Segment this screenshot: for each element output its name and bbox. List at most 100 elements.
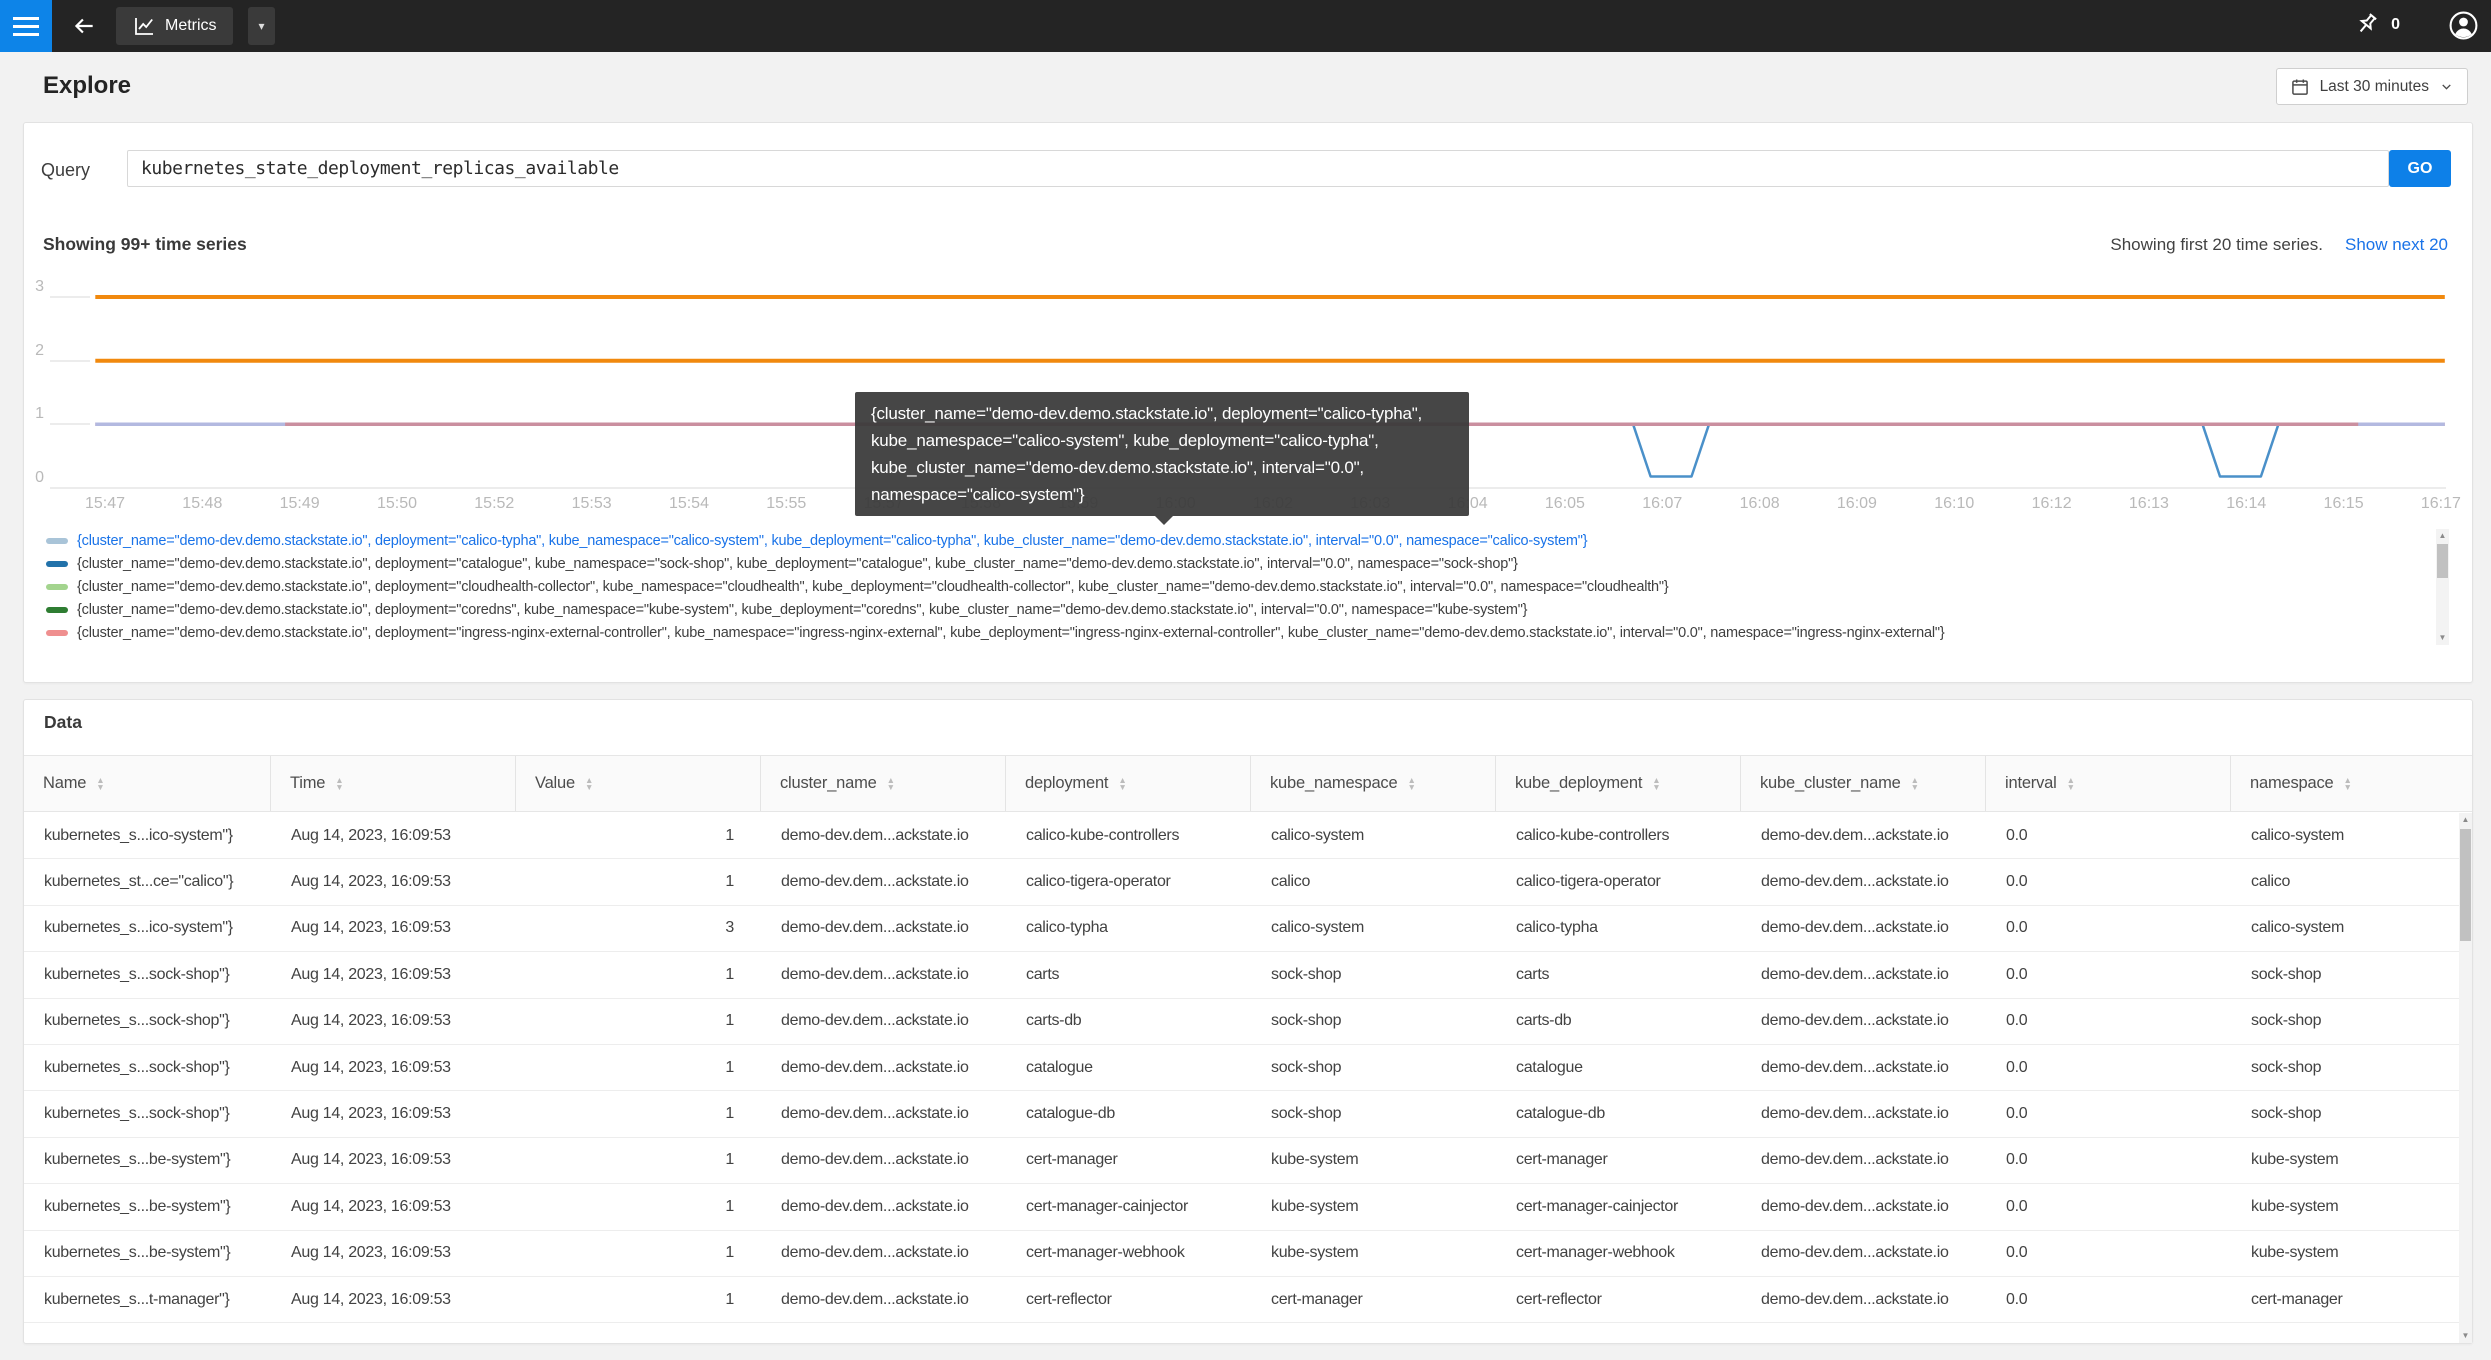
- cell-time: Aug 14, 2023, 16:09:53: [271, 1105, 516, 1123]
- cell-interval: 0.0: [1986, 1012, 2231, 1030]
- legend-scrollbar[interactable]: ▲ ▼: [2436, 529, 2449, 645]
- sort-icon[interactable]: ▲▼: [1652, 777, 1660, 791]
- sort-icon[interactable]: ▲▼: [2344, 777, 2352, 791]
- metrics-explore-screen: Metrics ▾ 0 Explore Last 30 minutes Quer…: [0, 0, 2491, 1360]
- column-header-label: kube_namespace: [1270, 774, 1397, 793]
- cell-cluster_name: demo-dev.dem...ackstate.io: [761, 873, 1006, 891]
- cell-interval: 0.0: [1986, 1151, 2231, 1169]
- cell-cluster_name: demo-dev.dem...ackstate.io: [761, 1291, 1006, 1309]
- column-header-kube_namespace[interactable]: kube_namespace ▲▼: [1251, 756, 1496, 811]
- chart-legend: {cluster_name="demo-dev.demo.stackstate.…: [24, 529, 2428, 644]
- legend-item[interactable]: {cluster_name="demo-dev.demo.stackstate.…: [24, 552, 2428, 575]
- cell-kube_namespace: calico: [1251, 873, 1496, 891]
- cell-kube_cluster_name: demo-dev.dem...ackstate.io: [1741, 1244, 1986, 1262]
- cell-name: kubernetes_s...be-system"}: [24, 1198, 271, 1216]
- cell-deployment: calico-kube-controllers: [1006, 827, 1251, 845]
- cell-name: kubernetes_s...be-system"}: [24, 1244, 271, 1262]
- table-row[interactable]: kubernetes_s...t-manager"}Aug 14, 2023, …: [24, 1277, 2472, 1323]
- cell-namespace: sock-shop: [2231, 1012, 2472, 1030]
- sort-icon[interactable]: ▲▼: [887, 777, 895, 791]
- legend-item[interactable]: {cluster_name="demo-dev.demo.stackstate.…: [24, 529, 2428, 552]
- table-row[interactable]: kubernetes_s...be-system"}Aug 14, 2023, …: [24, 1231, 2472, 1277]
- scroll-up-arrow-icon[interactable]: ▲: [2459, 815, 2472, 825]
- cell-time: Aug 14, 2023, 16:09:53: [271, 1151, 516, 1169]
- sort-icon[interactable]: ▲▼: [1911, 777, 1919, 791]
- tooltip-caret: [1155, 516, 1173, 525]
- cell-namespace: sock-shop: [2231, 1105, 2472, 1123]
- column-header-interval[interactable]: interval▲▼: [1986, 756, 2231, 811]
- column-header-deployment[interactable]: deployment ▲▼: [1006, 756, 1251, 811]
- legend-item[interactable]: {cluster_name="demo-dev.demo.stackstate.…: [24, 621, 2428, 644]
- table-row[interactable]: kubernetes_s...sock-shop"}Aug 14, 2023, …: [24, 952, 2472, 998]
- column-header-cluster_name[interactable]: cluster_name ▲▼: [761, 756, 1006, 811]
- cell-namespace: sock-shop: [2231, 966, 2472, 984]
- cell-value: 1: [516, 1198, 761, 1216]
- sort-icon[interactable]: ▲▼: [1407, 777, 1415, 791]
- table-row[interactable]: kubernetes_st...ce="calico"}Aug 14, 2023…: [24, 859, 2472, 905]
- cell-kube_namespace: kube-system: [1251, 1198, 1496, 1216]
- scroll-down-arrow-icon[interactable]: ▼: [2436, 633, 2449, 643]
- column-header-label: deployment: [1025, 774, 1108, 793]
- legend-scrollbar-thumb[interactable]: [2437, 544, 2448, 578]
- cell-cluster_name: demo-dev.dem...ackstate.io: [761, 1151, 1006, 1169]
- column-header-value[interactable]: Value▲▼: [516, 756, 761, 811]
- table-row[interactable]: kubernetes_s...be-system"}Aug 14, 2023, …: [24, 1184, 2472, 1230]
- legend-item[interactable]: {cluster_name="demo-dev.demo.stackstate.…: [24, 598, 2428, 621]
- table-row[interactable]: kubernetes_s...ico-system"}Aug 14, 2023,…: [24, 813, 2472, 859]
- cell-kube_deployment: catalogue-db: [1496, 1105, 1741, 1123]
- cell-value: 1: [516, 1105, 761, 1123]
- cell-value: 1: [516, 827, 761, 845]
- cell-cluster_name: demo-dev.dem...ackstate.io: [761, 1105, 1006, 1123]
- table-row[interactable]: kubernetes_s...be-system"}Aug 14, 2023, …: [24, 1138, 2472, 1184]
- cell-time: Aug 14, 2023, 16:09:53: [271, 1059, 516, 1077]
- legend-item[interactable]: {cluster_name="demo-dev.demo.stackstate.…: [24, 575, 2428, 598]
- cell-time: Aug 14, 2023, 16:09:53: [271, 966, 516, 984]
- sort-icon[interactable]: ▲▼: [1118, 777, 1126, 791]
- cell-kube_deployment: cert-reflector: [1496, 1291, 1741, 1309]
- cell-namespace: calico-system: [2231, 827, 2472, 845]
- column-header-label: cluster_name: [780, 774, 877, 793]
- cell-deployment: carts: [1006, 966, 1251, 984]
- cell-cluster_name: demo-dev.dem...ackstate.io: [761, 966, 1006, 984]
- table-row[interactable]: kubernetes_s...sock-shop"}Aug 14, 2023, …: [24, 1045, 2472, 1091]
- sort-icon[interactable]: ▲▼: [585, 777, 593, 791]
- column-header-name[interactable]: Name▲▼: [24, 756, 271, 811]
- legend-swatch: [46, 561, 68, 567]
- scroll-up-arrow-icon[interactable]: ▲: [2436, 531, 2449, 541]
- cell-interval: 0.0: [1986, 873, 2231, 891]
- cell-value: 1: [516, 1059, 761, 1077]
- table-row[interactable]: kubernetes_s...sock-shop"}Aug 14, 2023, …: [24, 1091, 2472, 1137]
- legend-label: {cluster_name="demo-dev.demo.stackstate.…: [77, 625, 1945, 641]
- column-header-time[interactable]: Time▲▼: [271, 756, 516, 811]
- scroll-down-arrow-icon[interactable]: ▼: [2459, 1331, 2472, 1341]
- sort-icon[interactable]: ▲▼: [2067, 777, 2075, 791]
- cell-time: Aug 14, 2023, 16:09:53: [271, 1244, 516, 1262]
- sort-icon[interactable]: ▲▼: [96, 777, 104, 791]
- legend-label: {cluster_name="demo-dev.demo.stackstate.…: [77, 533, 1587, 549]
- column-header-kube_deployment[interactable]: kube_deployment▲▼: [1496, 756, 1741, 811]
- cell-cluster_name: demo-dev.dem...ackstate.io: [761, 1244, 1006, 1262]
- table-row[interactable]: kubernetes_s...ico-system"}Aug 14, 2023,…: [24, 906, 2472, 952]
- tooltip-line: namespace="calico-system"}: [871, 481, 1453, 508]
- legend-label: {cluster_name="demo-dev.demo.stackstate.…: [77, 602, 1527, 618]
- table-scrollbar-thumb[interactable]: [2460, 829, 2471, 941]
- cell-kube_deployment: calico-kube-controllers: [1496, 827, 1741, 845]
- cell-deployment: cert-reflector: [1006, 1291, 1251, 1309]
- cell-namespace: calico-system: [2231, 919, 2472, 937]
- sort-icon[interactable]: ▲▼: [335, 777, 343, 791]
- cell-interval: 0.0: [1986, 966, 2231, 984]
- cell-kube_deployment: cert-manager-cainjector: [1496, 1198, 1741, 1216]
- column-header-kube_cluster_name[interactable]: kube_cluster_name▲▼: [1741, 756, 1986, 811]
- cell-deployment: cert-manager-webhook: [1006, 1244, 1251, 1262]
- column-header-namespace[interactable]: namespace▲▼: [2231, 756, 2472, 811]
- legend-swatch: [46, 538, 68, 544]
- cell-namespace: kube-system: [2231, 1151, 2472, 1169]
- table-scrollbar[interactable]: ▲ ▼: [2459, 813, 2472, 1343]
- cell-deployment: cert-manager-cainjector: [1006, 1198, 1251, 1216]
- cell-deployment: calico-tigera-operator: [1006, 873, 1251, 891]
- cell-kube_cluster_name: demo-dev.dem...ackstate.io: [1741, 1198, 1986, 1216]
- cell-deployment: calico-typha: [1006, 919, 1251, 937]
- cell-kube_namespace: sock-shop: [1251, 1059, 1496, 1077]
- cell-kube_cluster_name: demo-dev.dem...ackstate.io: [1741, 919, 1986, 937]
- table-row[interactable]: kubernetes_s...sock-shop"}Aug 14, 2023, …: [24, 999, 2472, 1045]
